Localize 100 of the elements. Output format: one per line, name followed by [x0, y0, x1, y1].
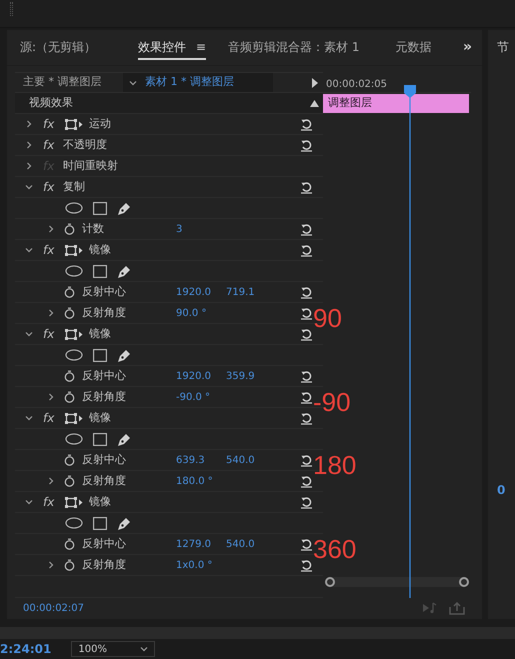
param-value[interactable]: -90.0 °: [176, 390, 226, 404]
stopwatch-icon[interactable]: [64, 391, 75, 403]
fx-badge[interactable]: fx: [43, 115, 63, 133]
reset-icon[interactable]: [300, 558, 313, 572]
tabs-overflow-button[interactable]: »: [462, 37, 472, 58]
rectangle-mask-icon[interactable]: [93, 432, 107, 446]
pen-icon[interactable]: [117, 516, 132, 530]
chevron-down-icon[interactable]: [140, 645, 148, 653]
reset-icon[interactable]: [300, 454, 313, 466]
rectangle-mask-icon[interactable]: [93, 264, 107, 278]
param-value[interactable]: 1x0.0 °: [176, 558, 226, 572]
rectangle-mask-icon[interactable]: [93, 516, 107, 530]
ellipse-mask-icon[interactable]: [65, 202, 83, 214]
chevron-right-icon[interactable]: [25, 141, 33, 149]
playhead[interactable]: [404, 85, 416, 598]
pen-icon[interactable]: [117, 200, 132, 216]
ellipse-mask-icon[interactable]: [65, 433, 83, 445]
effect-row[interactable]: fx 镜像: [15, 492, 323, 513]
effect-row[interactable]: fx 镜像: [15, 408, 323, 429]
clip-bar[interactable]: 调整图层: [323, 94, 469, 113]
reset-icon[interactable]: [300, 328, 313, 340]
chevron-right-icon[interactable]: [47, 393, 55, 401]
chevron-right-icon[interactable]: [47, 225, 55, 233]
fx-badge[interactable]: fx: [43, 136, 63, 154]
chevron-down-icon[interactable]: [25, 498, 33, 506]
panel-tab[interactable]: 元数据: [396, 36, 432, 60]
zoom-scrollbar[interactable]: [325, 577, 469, 587]
stopwatch-icon[interactable]: [64, 538, 75, 550]
stopwatch-icon[interactable]: [64, 223, 75, 235]
reset-icon[interactable]: [300, 180, 313, 194]
fx-badge[interactable]: fx: [43, 409, 63, 427]
chevron-down-icon[interactable]: [25, 414, 33, 422]
reset-icon[interactable]: [300, 222, 313, 236]
ellipse-mask-icon[interactable]: [65, 517, 83, 529]
clip-selector[interactable]: 素材 1 * 调整图层: [123, 73, 273, 92]
param-value[interactable]: 90.0 °: [176, 306, 226, 320]
stopwatch-icon[interactable]: [64, 454, 75, 466]
rectangle-mask-icon[interactable]: [93, 202, 107, 214]
panel-tab[interactable]: 效果控件 ≡: [138, 36, 206, 60]
collapse-arrow-icon[interactable]: [310, 100, 319, 106]
chevron-right-icon[interactable]: [47, 477, 55, 485]
stopwatch-icon[interactable]: [64, 307, 75, 319]
master-clip-label: 主要 * 调整图层: [22, 74, 102, 90]
chevron-down-icon[interactable]: [25, 330, 33, 338]
param-value[interactable]: 540.0: [226, 452, 276, 468]
fx-badge[interactable]: fx: [43, 493, 63, 511]
param-value[interactable]: 3: [176, 222, 226, 236]
rectangle-mask-icon[interactable]: [93, 348, 107, 362]
chevron-right-icon[interactable]: [25, 120, 33, 128]
fx-badge[interactable]: fx: [43, 325, 63, 343]
stopwatch-icon[interactable]: [64, 286, 75, 298]
chevron-right-icon[interactable]: [47, 561, 55, 569]
ellipse-mask-icon[interactable]: [65, 265, 83, 277]
panel-tab[interactable]: 音频剪辑混合器：素材 1: [228, 36, 360, 60]
param-value[interactable]: 540.0: [226, 536, 276, 552]
stopwatch-icon[interactable]: [64, 559, 75, 571]
param-value[interactable]: 359.9: [226, 368, 276, 384]
transform-icon[interactable]: [65, 328, 83, 340]
param-value[interactable]: 639.3: [176, 452, 226, 468]
param-value[interactable]: 1279.0: [176, 536, 226, 552]
effect-row[interactable]: fx 镜像: [15, 240, 323, 261]
effect-row[interactable]: fx 复制: [15, 177, 323, 198]
play-icon[interactable]: [311, 78, 319, 88]
reset-icon[interactable]: [300, 306, 313, 320]
transform-icon[interactable]: [65, 244, 83, 256]
zoom-dropdown[interactable]: 100%: [71, 641, 156, 657]
fx-badge[interactable]: fx: [43, 241, 63, 259]
pen-icon[interactable]: [117, 348, 132, 362]
reset-icon[interactable]: [300, 474, 313, 488]
reset-icon[interactable]: [300, 538, 313, 550]
reset-icon[interactable]: [300, 286, 313, 298]
chevron-down-icon[interactable]: [129, 78, 137, 86]
reset-icon[interactable]: [300, 138, 313, 152]
chevron-right-icon[interactable]: [47, 309, 55, 317]
transform-icon[interactable]: [65, 496, 83, 508]
pen-icon[interactable]: [117, 264, 132, 278]
transform-icon[interactable]: [65, 118, 83, 130]
effect-row[interactable]: fx 运动: [15, 114, 323, 135]
transform-icon[interactable]: [65, 412, 83, 424]
param-value[interactable]: 1920.0: [176, 284, 226, 300]
reset-icon[interactable]: [300, 496, 313, 508]
chevron-right-icon[interactable]: [25, 162, 33, 170]
param-value[interactable]: 1920.0: [176, 368, 226, 384]
effect-row[interactable]: fx 不透明度: [15, 135, 323, 156]
grip-handle[interactable]: [10, 2, 13, 16]
param-value[interactable]: 180.0 °: [176, 474, 226, 488]
chevron-down-icon[interactable]: [25, 183, 33, 191]
ellipse-mask-icon[interactable]: [65, 349, 83, 361]
pen-icon[interactable]: [117, 432, 132, 446]
stopwatch-icon[interactable]: [64, 370, 75, 382]
reset-icon[interactable]: [300, 244, 313, 256]
panel-tab[interactable]: 源:（无剪辑）: [20, 36, 96, 60]
param-value[interactable]: 719.1: [226, 284, 276, 300]
chevron-down-icon[interactable]: [25, 246, 33, 254]
fx-badge[interactable]: fx: [43, 178, 63, 196]
reset-icon[interactable]: [300, 370, 313, 382]
reset-icon[interactable]: [300, 412, 313, 424]
reset-icon[interactable]: [300, 118, 313, 130]
stopwatch-icon[interactable]: [64, 475, 75, 487]
reset-icon[interactable]: [300, 390, 313, 404]
